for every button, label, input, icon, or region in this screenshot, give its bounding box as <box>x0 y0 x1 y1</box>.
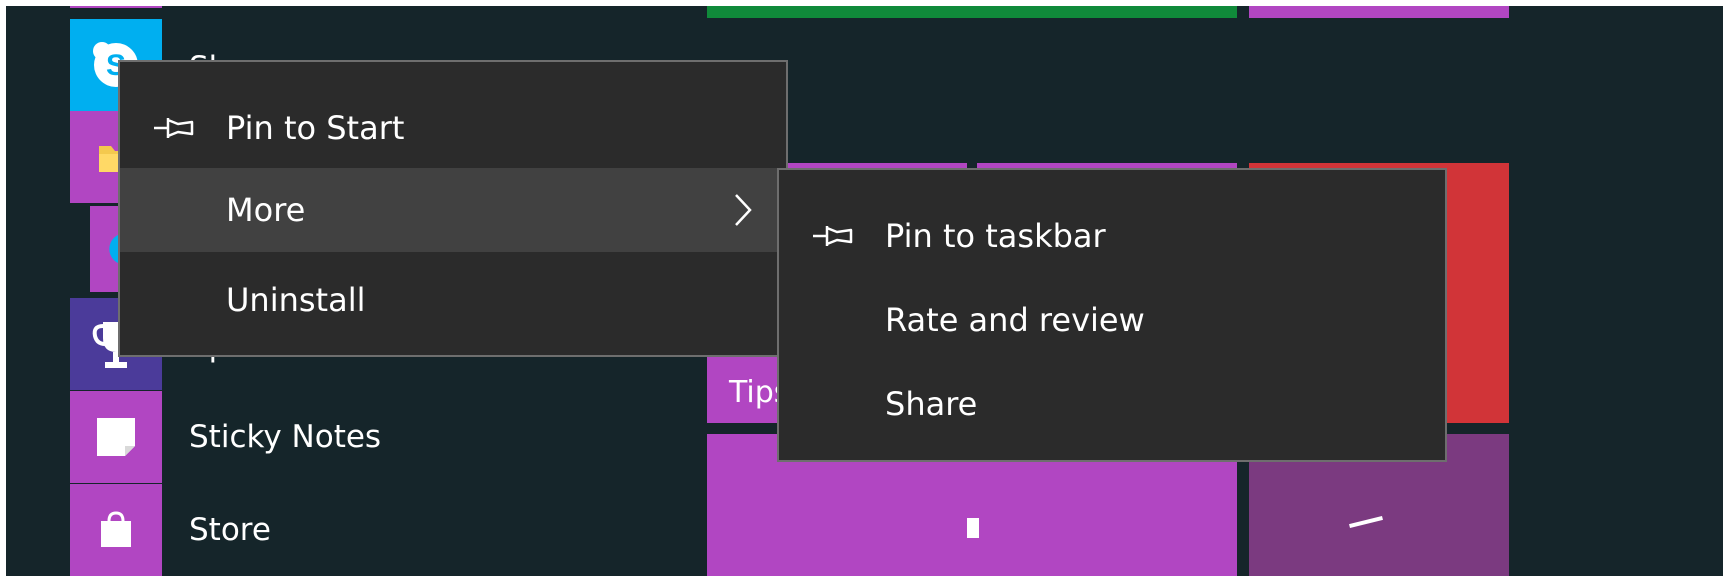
pin-icon <box>154 118 194 138</box>
screen-border <box>1723 0 1729 580</box>
pin-icon <box>813 226 853 246</box>
menu-label-uninstall: Uninstall <box>226 281 366 319</box>
submenu-label-pin-to-taskbar: Pin to taskbar <box>885 217 1106 255</box>
context-menu: Pin to Start More Uninstall <box>118 60 788 357</box>
sticky-note-icon <box>97 418 135 456</box>
start-menu-screen: S Skype S Sports Sticky Notes <box>6 6 1724 576</box>
app-label-store[interactable]: Store <box>189 512 271 548</box>
menu-label-pin-to-start: Pin to Start <box>226 109 405 147</box>
submenu-label-rate-and-review: Rate and review <box>885 301 1145 339</box>
submenu-item-share[interactable]: Share <box>779 358 1445 450</box>
store-bag-icon <box>101 511 131 547</box>
submenu-item-pin-to-taskbar[interactable]: Pin to taskbar <box>779 190 1445 282</box>
menu-label-more: More <box>226 191 306 229</box>
menu-item-pin-to-start[interactable]: Pin to Start <box>120 82 786 174</box>
tile-glyph <box>967 518 979 538</box>
sticky-notes-app-icon[interactable] <box>70 391 162 483</box>
store-app-icon[interactable] <box>70 484 162 576</box>
tile-green-top[interactable] <box>707 6 1237 18</box>
submenu-item-rate-and-review[interactable]: Rate and review <box>779 274 1445 366</box>
submenu-label-share: Share <box>885 385 978 423</box>
app-label-sticky-notes[interactable]: Sticky Notes <box>189 419 381 455</box>
menu-item-uninstall[interactable]: Uninstall <box>120 254 786 346</box>
chevron-right-icon <box>735 194 752 226</box>
tile-purple-top[interactable] <box>1249 6 1509 18</box>
tile-glyph <box>1349 515 1383 529</box>
more-submenu: Pin to taskbar Rate and review Share <box>777 168 1447 462</box>
app-icon-top-partial[interactable] <box>70 6 162 8</box>
menu-item-more[interactable]: More <box>120 168 786 252</box>
